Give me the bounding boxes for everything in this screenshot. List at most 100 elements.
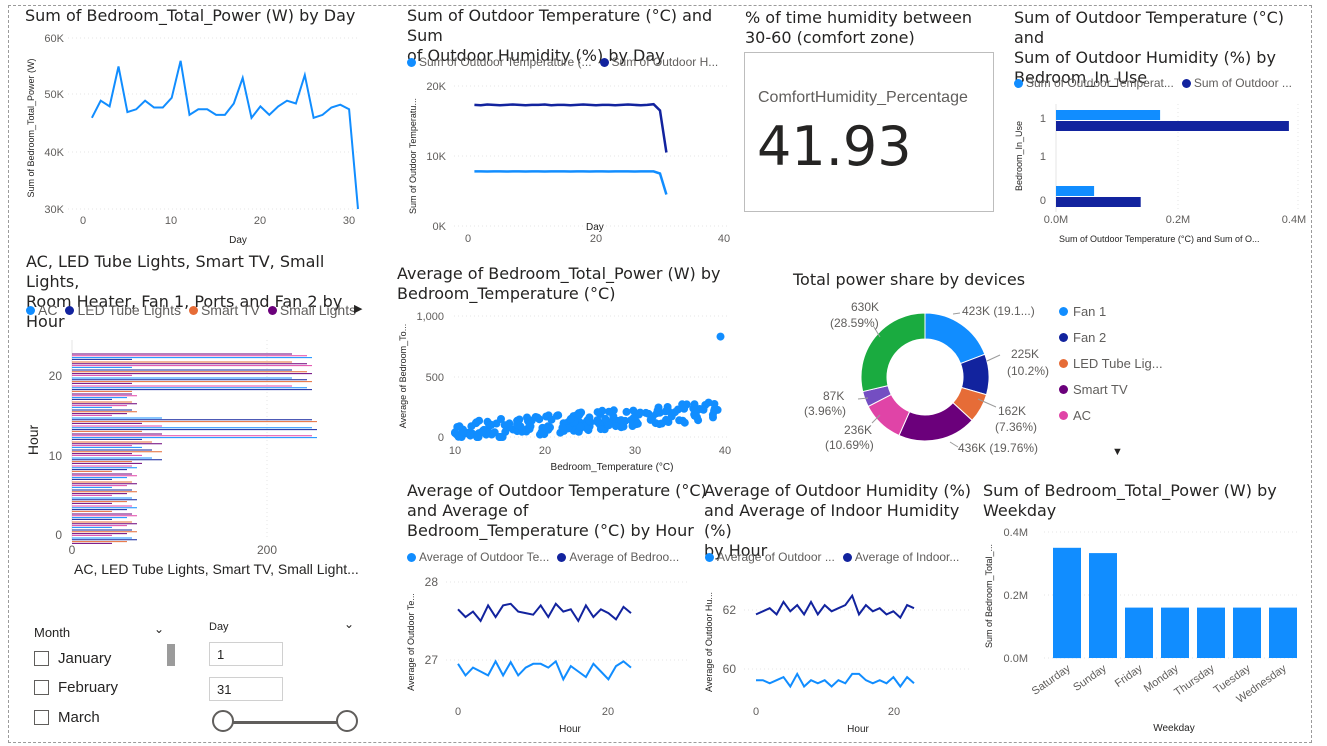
scatter-point[interactable] — [622, 407, 631, 416]
scatter-point[interactable] — [585, 416, 594, 425]
scatter-point[interactable] — [611, 422, 620, 431]
legend-item[interactable]: Fan 2 — [1059, 325, 1163, 351]
scatter-point[interactable] — [516, 422, 525, 431]
legend-item[interactable]: Average of Indoor... — [842, 550, 959, 564]
scatter-point[interactable] — [604, 407, 613, 416]
power-vs-temp-scatter[interactable]: 1,000 500 0 10 20 30 40 Bedroom_Temperat… — [394, 306, 739, 476]
bar[interactable] — [1056, 186, 1095, 196]
power-share-donut[interactable]: 423K (19.1...) 225K (10.2%) 162K (7.36%)… — [790, 295, 1060, 465]
temp-humidity-inuse-legend[interactable]: Sum of Outdoor Temperat... Sum of Outdoo… — [1014, 76, 1292, 90]
legend-scroll-down-icon[interactable]: ▼ — [1112, 446, 1123, 458]
appliance-hour-chart[interactable]: 20 10 0 0 200 AC, LED Tube Lights, Smart… — [24, 330, 374, 580]
temp-humidity-day-chart[interactable]: 20K 10K 0K 0 20 40 Sum of Outdoor Temper… — [402, 76, 737, 246]
legend-item[interactable]: LED Tube Lights — [65, 302, 181, 318]
humidity-by-hour-legend[interactable]: Average of Outdoor ... Average of Indoor… — [705, 550, 959, 564]
scatter-point[interactable] — [523, 413, 531, 422]
scatter-point[interactable] — [575, 411, 584, 420]
scatter-point[interactable] — [466, 431, 475, 440]
scatter-point[interactable] — [558, 423, 567, 432]
scatter-point[interactable] — [593, 416, 602, 425]
scatter-point[interactable] — [680, 418, 689, 427]
scatter-point[interactable] — [455, 422, 464, 431]
legend-item[interactable]: Sum of Outdoor H... — [599, 55, 718, 69]
y-tick: 0.2M — [1004, 590, 1028, 602]
scatter-point[interactable] — [505, 419, 514, 428]
bar[interactable] — [1269, 607, 1297, 658]
scatter-point[interactable] — [680, 404, 689, 413]
scatter-point[interactable] — [541, 424, 550, 433]
comfort-humidity-card[interactable]: ComfortHumidity_Percentage 41.93 — [744, 52, 994, 212]
legend-next-arrow-icon[interactable]: ▶ — [354, 302, 362, 315]
scatter-point[interactable] — [604, 421, 613, 430]
bar[interactable] — [1056, 197, 1141, 207]
bar[interactable] — [1197, 607, 1225, 658]
scatter-point[interactable] — [633, 419, 642, 428]
legend-item[interactable]: Sum of Outdoor ... — [1181, 76, 1292, 90]
donut-slice[interactable] — [924, 312, 986, 365]
scatter-point[interactable] — [478, 426, 487, 435]
scatter-point[interactable] — [451, 429, 459, 438]
legend-item[interactable]: Smart TV — [188, 302, 260, 318]
power-by-weekday-chart[interactable]: 0.4M 0.2M 0.0M Weekday Sum of Bedroom_To… — [980, 520, 1305, 736]
chevron-down-icon[interactable]: ⌄ — [154, 622, 164, 636]
legend-item[interactable]: Sum of Outdoor Temperat... — [1014, 76, 1174, 90]
scatter-point[interactable] — [525, 420, 534, 429]
temp-humidity-day-legend[interactable]: Sum of Outdoor Temperature (... Sum of O… — [407, 55, 718, 69]
bar[interactable] — [1233, 607, 1261, 658]
scatter-point[interactable] — [661, 407, 670, 416]
scatter-point[interactable] — [657, 419, 666, 428]
day-min-input[interactable]: 1 — [209, 642, 283, 666]
scatter-point[interactable] — [710, 400, 719, 408]
legend-item[interactable]: Fan 1 — [1059, 299, 1163, 325]
legend-item[interactable]: AC — [26, 302, 57, 318]
slicer-scrollbar[interactable] — [167, 644, 175, 666]
checkbox[interactable] — [34, 680, 49, 695]
scatter-point[interactable] — [547, 415, 556, 424]
month-option-march[interactable]: March — [34, 709, 100, 726]
bar[interactable] — [1089, 553, 1117, 658]
temp-by-hour-chart[interactable]: 28 27 0 20 Hour Average of Outdoor Te... — [402, 572, 692, 737]
bar[interactable] — [1056, 110, 1161, 120]
bar[interactable] — [1056, 121, 1289, 131]
scatter-point[interactable] — [490, 428, 499, 437]
legend-item[interactable]: Average of Bedroo... — [557, 550, 679, 564]
day-range-min-handle[interactable] — [212, 710, 234, 732]
legend-item[interactable]: Average of Outdoor ... — [705, 550, 835, 564]
scatter-point[interactable] — [699, 405, 708, 414]
scatter-point[interactable] — [646, 415, 655, 424]
legend-item[interactable]: Sum of Outdoor Temperature (... — [407, 55, 592, 69]
legend-item[interactable]: Average of Outdoor Te... — [407, 550, 549, 564]
day-range-max-handle[interactable] — [336, 710, 358, 732]
legend-item[interactable]: Small Lights — [267, 302, 356, 318]
power-share-legend[interactable]: Fan 1 Fan 2 LED Tube Lig... Smart TV AC — [1059, 299, 1163, 429]
scatter-point[interactable] — [635, 409, 643, 418]
month-option-february[interactable]: February — [34, 679, 118, 696]
temp-by-hour-legend[interactable]: Average of Outdoor Te... Average of Bedr… — [407, 550, 679, 564]
scatter-point[interactable] — [691, 405, 700, 414]
scatter-point[interactable] — [583, 425, 592, 434]
legend-item[interactable]: AC — [1059, 403, 1163, 429]
bar[interactable] — [1161, 607, 1189, 658]
scatter-point[interactable] — [566, 414, 575, 423]
humidity-by-hour-chart[interactable]: 62 60 0 20 Hour Average of Outdoor Hu... — [700, 572, 980, 737]
checkbox[interactable] — [34, 710, 49, 725]
day-max-input[interactable]: 31 — [209, 677, 283, 701]
month-option-january[interactable]: January — [34, 650, 111, 667]
scatter-point[interactable] — [593, 408, 602, 417]
legend-item[interactable]: Smart TV — [1059, 377, 1163, 403]
chevron-down-icon[interactable]: ⌄ — [344, 617, 354, 631]
scatter-point[interactable] — [654, 403, 663, 412]
scatter-point[interactable] — [716, 332, 725, 341]
scatter-point[interactable] — [617, 416, 626, 425]
power-by-day-chart[interactable]: 60K 50K 40K 30K 0 10 20 30 Day Sum of Be… — [20, 28, 360, 250]
scatter-point[interactable] — [596, 425, 605, 434]
bar[interactable] — [1125, 607, 1153, 658]
appliance-hour-legend[interactable]: AC LED Tube Lights Smart TV Small Lights — [26, 302, 356, 318]
legend-item[interactable]: LED Tube Lig... — [1059, 351, 1163, 377]
bar[interactable] — [1053, 547, 1081, 659]
scatter-point[interactable] — [535, 415, 544, 424]
scatter-point[interactable] — [670, 408, 679, 417]
checkbox[interactable] — [34, 651, 49, 666]
temp-humidity-inuse-chart[interactable]: 1 1 0 0.0M 0.2M 0.4M Sum of Outdoor Temp… — [1010, 98, 1310, 248]
scatter-point[interactable] — [467, 422, 476, 431]
